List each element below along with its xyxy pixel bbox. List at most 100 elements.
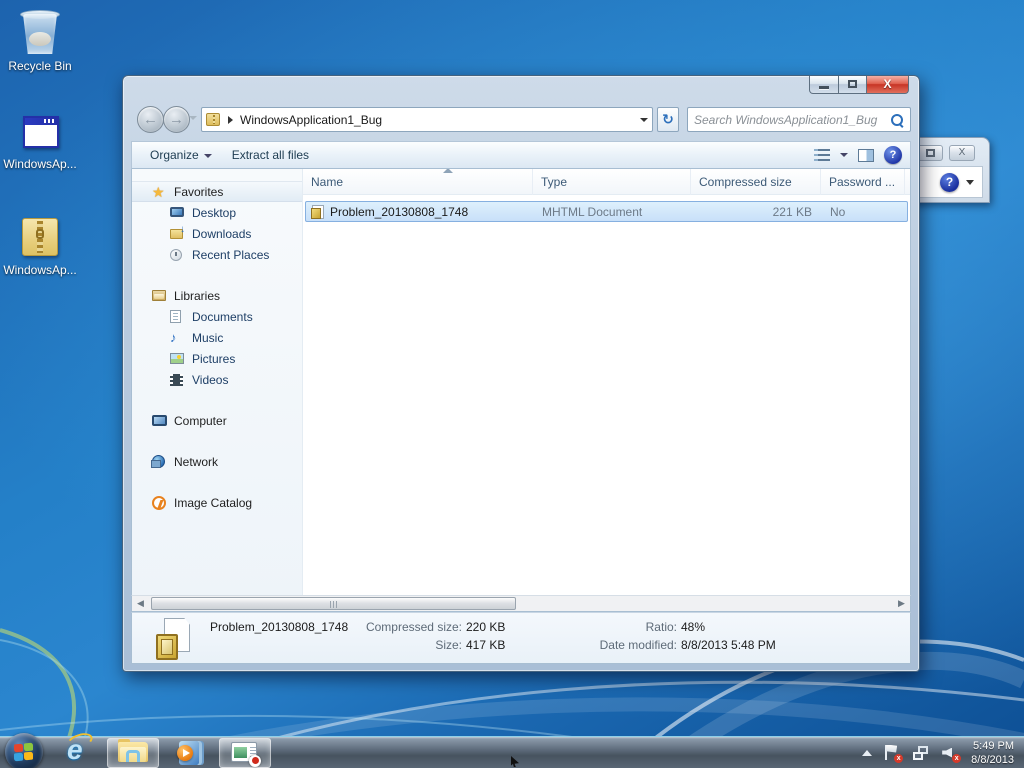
windows-logo-icon	[14, 743, 34, 761]
search-placeholder: Search WindowsApplication1_Bug	[694, 113, 877, 127]
preview-pane-button[interactable]	[858, 149, 874, 162]
desktop-icon-recycle-bin[interactable]: Recycle Bin	[0, 6, 88, 73]
maximize-button[interactable]	[839, 76, 867, 94]
address-dropdown-icon[interactable]	[640, 118, 648, 122]
network-status-icon[interactable]	[913, 745, 930, 761]
scroll-left-icon[interactable]: ◀	[132, 596, 149, 611]
close-button[interactable]: X	[867, 76, 909, 94]
details-compressed-size-value: 220 KB	[466, 620, 505, 634]
zip-folder-icon	[206, 113, 220, 126]
sidebar-item-recent-places[interactable]: Recent Places	[132, 244, 302, 265]
sidebar-item-favorites[interactable]: ★Favorites	[132, 181, 302, 202]
psr-restore-button[interactable]	[917, 145, 943, 161]
search-icon[interactable]	[890, 113, 904, 127]
sidebar-item-desktop[interactable]: Desktop	[132, 202, 302, 223]
details-file-name: Problem_20130808_1748	[210, 620, 348, 634]
file-row-selected[interactable]: Problem_20130808_1748 MHTML Document 221…	[305, 201, 908, 222]
file-password-protected: No	[812, 205, 845, 219]
details-date-modified-label: Date modified:	[557, 638, 677, 652]
horizontal-scrollbar[interactable]: ◀ ▶	[131, 595, 911, 612]
sidebar-item-pictures[interactable]: Pictures	[132, 348, 302, 369]
help-button[interactable]: ?	[884, 146, 902, 164]
recent-pages-dropdown-icon[interactable]	[189, 116, 197, 120]
file-name: Problem_20130808_1748	[330, 205, 534, 219]
details-compressed-size-label: Compressed size:	[342, 620, 462, 634]
caption-buttons: X	[809, 76, 909, 94]
show-hidden-icons-button[interactable]	[862, 750, 872, 756]
column-header-password[interactable]: Password ...	[821, 169, 905, 195]
desktop-icon-windowsapplication-shortcut[interactable]: WindowsAp...	[0, 112, 88, 171]
sidebar-item-computer[interactable]: Computer	[132, 410, 302, 431]
sidebar-item-documents[interactable]: Documents	[132, 306, 302, 327]
file-list: Name Type Compressed size Password ... S…	[302, 169, 910, 611]
sidebar-item-downloads[interactable]: Downloads	[132, 223, 302, 244]
media-player-icon	[176, 740, 202, 766]
breadcrumb-arrow-icon[interactable]	[228, 116, 233, 124]
breadcrumb[interactable]: WindowsApplication1_Bug	[240, 113, 382, 127]
desktop-icon-label: WindowsAp...	[0, 263, 88, 277]
recycle-bin-icon	[19, 6, 61, 56]
taskbar-item-steps-recorder[interactable]	[219, 738, 271, 768]
explorer-window: X ← → WindowsApplication1_Bug ↻ Search W…	[122, 75, 920, 672]
taskbar-item-media-player[interactable]	[163, 738, 215, 768]
change-view-button[interactable]	[814, 149, 848, 162]
volume-muted-icon[interactable]: x	[942, 745, 959, 761]
minimize-button[interactable]	[809, 76, 839, 94]
desktop-icon	[170, 206, 186, 220]
taskbar-item-windows-explorer[interactable]	[107, 738, 159, 768]
star-icon: ★	[152, 185, 168, 199]
taskbar-clock[interactable]: 5:49 PM 8/8/2013	[971, 739, 1014, 767]
sidebar-item-music[interactable]: ♪Music	[132, 327, 302, 348]
back-button[interactable]: ←	[137, 106, 164, 133]
address-row: ← → WindowsApplication1_Bug ↻ Search Win…	[131, 106, 911, 134]
column-header-type[interactable]: Type	[533, 169, 691, 195]
network-icon	[152, 455, 168, 469]
column-headers: Name Type Compressed size Password ... S…	[303, 169, 910, 195]
scrollbar-thumb[interactable]	[151, 597, 516, 610]
details-ratio-value: 48%	[681, 620, 705, 634]
computer-icon	[152, 414, 168, 428]
application-window-icon	[19, 112, 61, 154]
start-button[interactable]	[5, 733, 43, 768]
psr-close-button[interactable]: X	[949, 145, 975, 161]
videos-icon	[170, 373, 186, 387]
details-ratio-label: Ratio:	[557, 620, 677, 634]
sidebar-item-libraries[interactable]: Libraries	[132, 285, 302, 306]
sidebar-item-image-catalog[interactable]: Image Catalog	[132, 492, 302, 513]
address-bar[interactable]: WindowsApplication1_Bug	[201, 107, 653, 132]
command-bar: Organize Extract all files ?	[131, 141, 911, 169]
details-date-modified-value: 8/8/2013 5:48 PM	[681, 638, 776, 652]
search-input[interactable]: Search WindowsApplication1_Bug	[687, 107, 911, 132]
forward-button[interactable]: →	[163, 106, 190, 133]
extract-all-files-button[interactable]: Extract all files	[222, 144, 319, 166]
explorer-content: ★Favorites Desktop Downloads Recent Plac…	[131, 169, 911, 612]
navigation-pane: ★Favorites Desktop Downloads Recent Plac…	[132, 169, 302, 611]
column-header-compressed-size[interactable]: Compressed size	[691, 169, 821, 195]
organize-dropdown-icon	[204, 154, 212, 158]
action-center-icon[interactable]: x	[884, 745, 901, 761]
psr-help-button[interactable]: ?	[940, 173, 959, 192]
column-header-size[interactable]: Si	[905, 169, 910, 195]
clock-date: 8/8/2013	[971, 753, 1014, 767]
desktop-icon-label: Recycle Bin	[0, 59, 88, 73]
column-header-name[interactable]: Name	[303, 169, 533, 195]
desktop-icon-windowsapplication-zip[interactable]: WindowsAp...	[0, 214, 88, 277]
sidebar-item-videos[interactable]: Videos	[132, 369, 302, 390]
documents-icon	[170, 310, 186, 324]
taskbar-item-internet-explorer[interactable]: e	[51, 738, 103, 768]
scroll-right-icon[interactable]: ▶	[893, 596, 910, 611]
refresh-button[interactable]: ↻	[657, 107, 679, 132]
mht-file-large-icon	[156, 618, 190, 660]
steps-recorder-icon	[231, 742, 259, 764]
music-icon: ♪	[170, 331, 186, 345]
views-icon	[814, 149, 830, 162]
internet-explorer-icon: e	[63, 740, 91, 766]
details-size-label: Size:	[342, 638, 462, 652]
mht-file-icon	[312, 205, 324, 219]
downloads-icon	[170, 227, 186, 241]
organize-menu-button[interactable]: Organize	[140, 144, 222, 166]
sidebar-item-network[interactable]: Network	[132, 451, 302, 472]
psr-help-dropdown-icon[interactable]	[966, 180, 974, 185]
file-type: MHTML Document	[534, 205, 692, 219]
libraries-icon	[152, 289, 168, 303]
